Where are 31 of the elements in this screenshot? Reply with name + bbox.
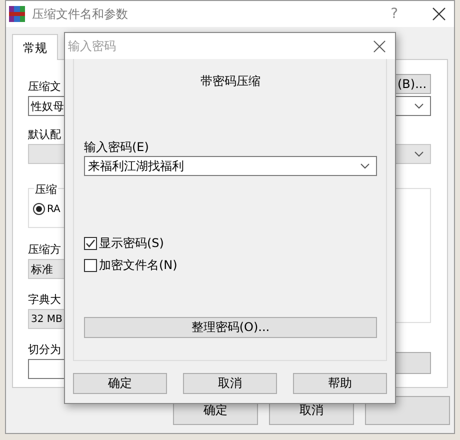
dialog-title: 输入密码 <box>68 38 116 54</box>
password-label: 输入密码(E) <box>84 139 150 155</box>
app-icon <box>9 6 25 22</box>
checkbox[interactable] <box>84 259 97 272</box>
set-button[interactable] <box>393 352 431 374</box>
chevron-down-icon <box>414 151 424 157</box>
close-icon[interactable] <box>373 40 386 52</box>
window-title: 压缩文件名和参数 <box>32 6 129 22</box>
checkbox-label: 加密文件名(N) <box>99 257 178 274</box>
browse-button[interactable]: (B)... <box>393 74 431 94</box>
checkbox-label: 显示密码(S) <box>99 235 164 252</box>
dialog-button[interactable]: 确定 <box>73 373 167 394</box>
radio-button[interactable] <box>33 203 45 215</box>
password-field[interactable]: 来福利江湖找福利 <box>84 156 377 176</box>
organize-passwords-button[interactable]: 整理密码(O)... <box>84 317 377 338</box>
field-label: 压缩文 <box>28 79 61 94</box>
dialog-button[interactable]: 取消 <box>183 373 277 394</box>
chevron-down-icon <box>360 163 370 169</box>
field-label: 切分为 <box>28 342 61 357</box>
checkbox[interactable] <box>84 237 97 250</box>
dialog-heading: 带密码压缩 <box>200 73 262 89</box>
chevron-down-icon <box>414 103 424 109</box>
help-button[interactable]: ? <box>390 6 398 22</box>
dialog-button[interactable]: 帮助 <box>293 373 387 394</box>
tab[interactable]: 常规 <box>12 34 58 60</box>
group-label: 压缩 <box>34 182 58 197</box>
close-icon[interactable] <box>432 7 446 21</box>
radio-label: RA <box>47 204 60 214</box>
field-label: 字典大 <box>28 292 61 307</box>
field-label: 默认配 <box>28 127 61 142</box>
field-label: 压缩方 <box>28 242 61 257</box>
